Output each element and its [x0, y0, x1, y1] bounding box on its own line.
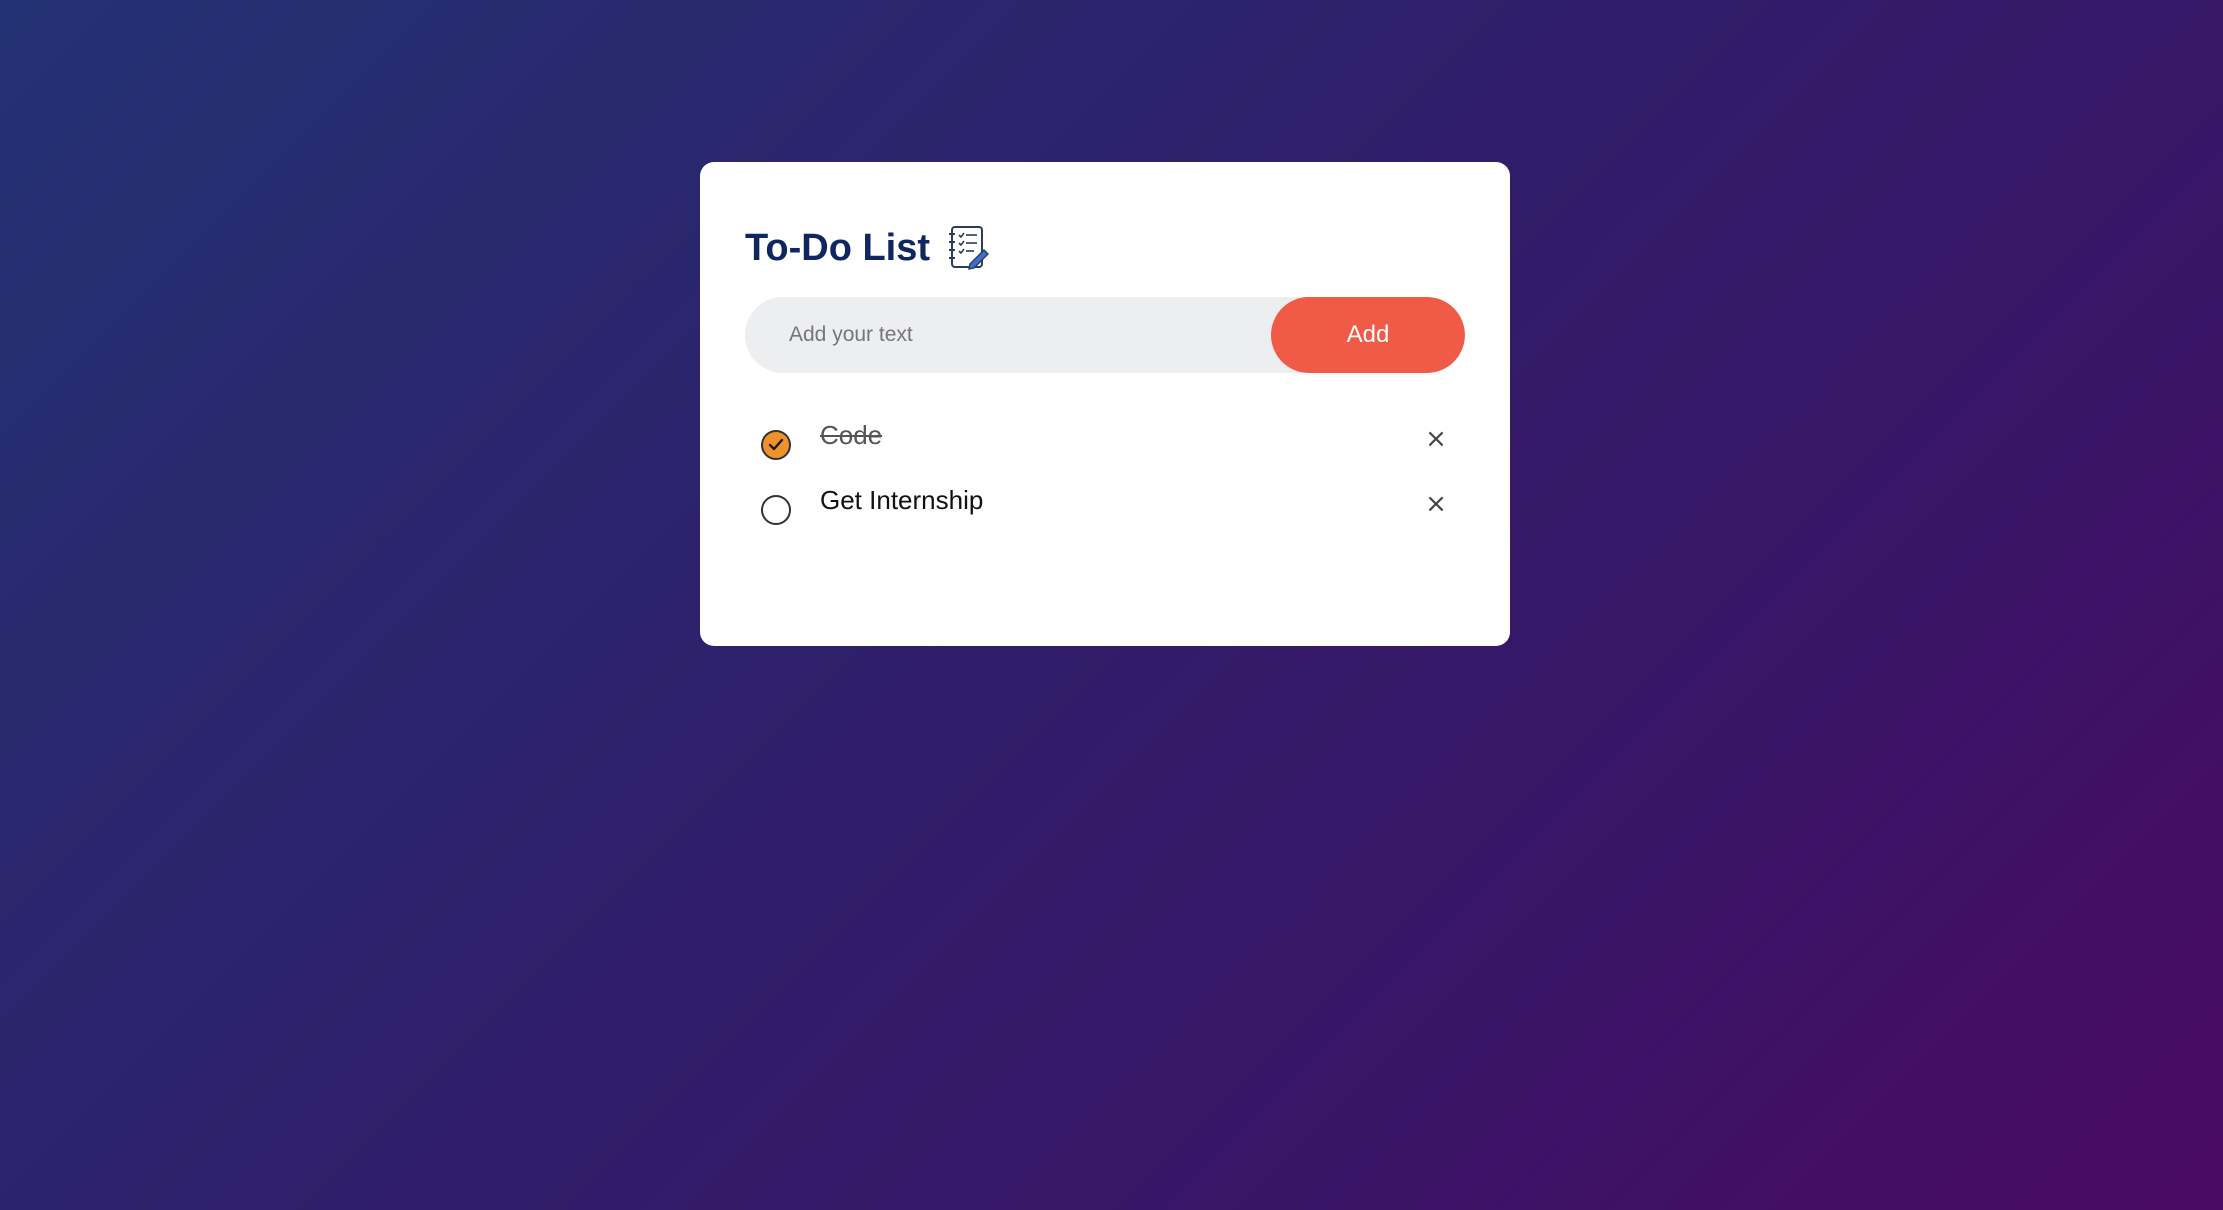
page-title: To-Do List [745, 227, 931, 269]
add-button[interactable]: Add [1271, 297, 1465, 373]
task-label: Get Internship [820, 485, 984, 515]
todo-card: To-Do List Add your text Add Code × Get … [700, 162, 1510, 646]
input-row: Add [745, 297, 1465, 373]
close-icon[interactable]: × [1421, 489, 1451, 519]
header: To-Do List [745, 220, 990, 276]
unchecked-circle-icon[interactable] [761, 495, 791, 525]
task-label: Code [820, 420, 883, 450]
task-input[interactable] [745, 297, 1271, 373]
close-icon[interactable]: × [1421, 424, 1451, 454]
list-item[interactable]: Get Internship × [745, 475, 1465, 540]
list-item[interactable]: Code × [745, 410, 1465, 475]
checked-circle-icon[interactable] [761, 430, 791, 460]
notebook-checklist-icon [946, 224, 990, 272]
task-list: Code × Get Internship × [745, 410, 1465, 540]
